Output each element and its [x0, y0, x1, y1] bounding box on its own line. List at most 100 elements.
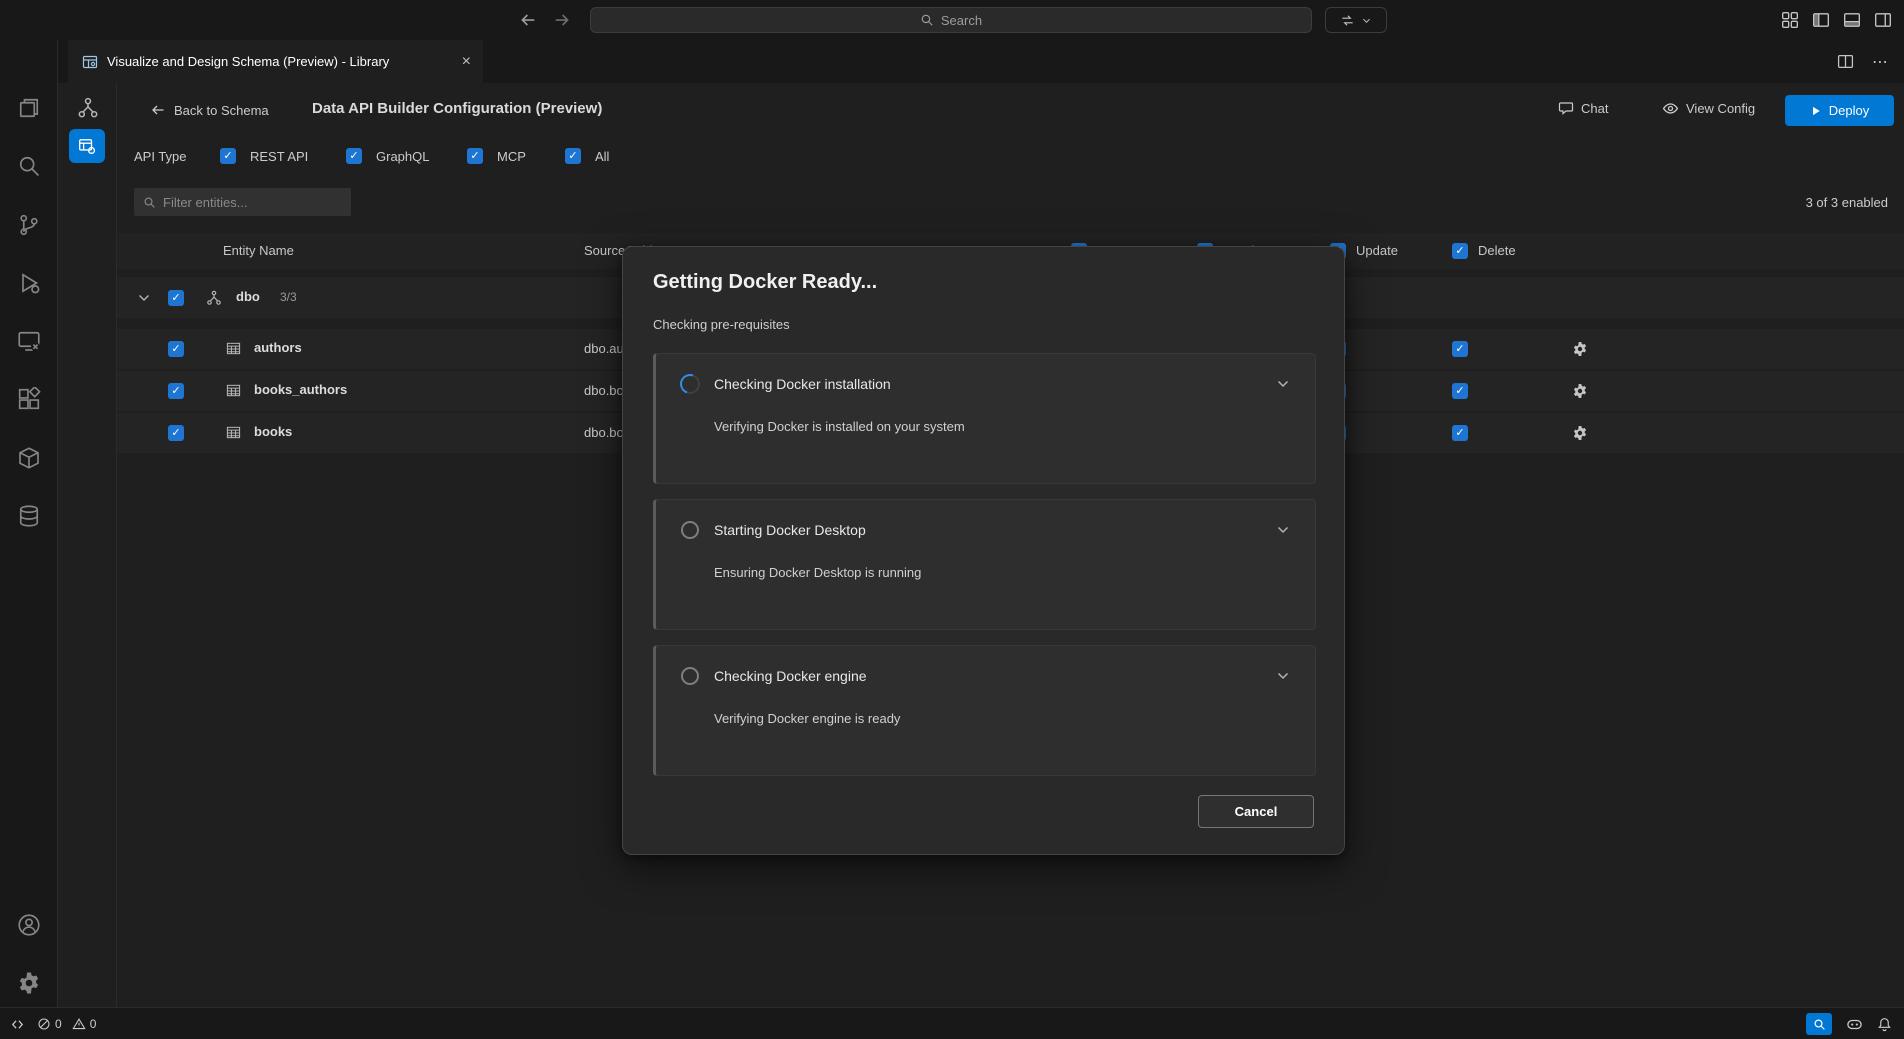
table-icon	[226, 383, 242, 399]
step-docker-engine: Checking Docker engine Verifying Docker …	[653, 645, 1316, 776]
chevron-down-icon[interactable]	[1275, 522, 1291, 538]
tab-close-icon[interactable]: ×	[462, 54, 471, 70]
graphql-label: GraphQL	[376, 149, 429, 164]
deploy-button[interactable]: Deploy	[1785, 95, 1894, 126]
row-select-checkbox[interactable]	[168, 383, 184, 399]
graphql-checkbox[interactable]	[346, 148, 362, 164]
step-header[interactable]: Starting Docker Desktop	[680, 520, 1291, 540]
cancel-button[interactable]: Cancel	[1198, 795, 1314, 828]
remote-indicator[interactable]	[10, 1017, 25, 1032]
delete-checkbox[interactable]	[1452, 341, 1468, 357]
zoom-status-item[interactable]	[1806, 1013, 1832, 1035]
chevron-down-icon	[1361, 15, 1372, 26]
entity-name: authors	[254, 340, 302, 355]
chat-bubble-icon	[1558, 100, 1574, 116]
account-icon[interactable]	[17, 913, 41, 937]
col-entity-name: Entity Name	[223, 243, 294, 258]
deploy-label: Deploy	[1829, 103, 1869, 118]
customize-layout-icon[interactable]	[1781, 11, 1799, 29]
group-count: 3/3	[280, 290, 297, 304]
tab-visualize-schema[interactable]: Visualize and Design Schema (Preview) - …	[68, 40, 483, 83]
mcp-checkbox[interactable]	[467, 148, 483, 164]
chevron-down-icon[interactable]	[1275, 668, 1291, 684]
search-placeholder: Search	[941, 13, 982, 28]
dab-config-tool-selected[interactable]	[69, 129, 105, 163]
mcp-label: MCP	[497, 149, 526, 164]
pending-circle-icon	[681, 667, 699, 685]
pending-circle-icon	[681, 521, 699, 539]
dialog-subtitle: Checking pre-requisites	[653, 317, 790, 332]
toggle-panel-bottom-icon[interactable]	[1843, 11, 1861, 29]
filter-entities-input[interactable]	[163, 195, 342, 210]
step-header[interactable]: Checking Docker installation	[680, 374, 1291, 394]
vscode-window: Search	[0, 0, 1904, 1039]
back-to-schema-link[interactable]: Back to Schema	[150, 99, 269, 121]
row-settings-gear-icon[interactable]	[1572, 383, 1588, 399]
delete-checkbox[interactable]	[1452, 425, 1468, 441]
arrow-left-icon	[150, 102, 166, 118]
nav-back-icon[interactable]	[518, 10, 538, 30]
col-delete: Delete	[1478, 243, 1516, 258]
all-checkbox[interactable]	[565, 148, 581, 164]
enabled-summary: 3 of 3 enabled	[1806, 195, 1888, 210]
step-docker-installation: Checking Docker installation Verifying D…	[653, 353, 1316, 484]
extensions-icon[interactable]	[17, 387, 41, 411]
nav-forward-icon[interactable]	[552, 10, 572, 30]
copilot-status-icon[interactable]	[1846, 1016, 1863, 1033]
search-icon	[143, 196, 156, 209]
entity-name: books	[254, 424, 292, 439]
step-header[interactable]: Checking Docker engine	[680, 666, 1291, 686]
chevron-down-icon[interactable]	[1275, 376, 1291, 392]
settings-gear-icon[interactable]	[17, 971, 41, 995]
notifications-bell-icon[interactable]	[1877, 1017, 1892, 1032]
row-select-checkbox[interactable]	[168, 425, 184, 441]
source-control-icon[interactable]	[17, 213, 41, 237]
schema-designer-tab-icon	[82, 54, 98, 70]
run-debug-icon[interactable]	[17, 271, 41, 295]
warning-triangle-icon	[72, 1017, 86, 1031]
group-select-checkbox[interactable]	[168, 290, 184, 306]
split-editor-icon[interactable]	[1837, 53, 1854, 70]
api-type-label: API Type	[134, 149, 187, 164]
eye-icon	[1662, 100, 1679, 117]
view-config-button[interactable]: View Config	[1662, 100, 1755, 117]
toggle-sidebar-left-icon[interactable]	[1812, 11, 1830, 29]
warning-count: 0	[90, 1017, 97, 1031]
search-sidebar-icon[interactable]	[17, 154, 41, 178]
loading-spinner-icon	[677, 371, 704, 398]
dialog-title: Getting Docker Ready...	[653, 271, 877, 294]
activity-bar	[0, 40, 58, 1007]
table-icon	[226, 341, 242, 357]
filter-entities-field[interactable]	[134, 188, 351, 216]
step-docker-desktop: Starting Docker Desktop Ensuring Docker …	[653, 499, 1316, 630]
rest-api-checkbox[interactable]	[220, 148, 236, 164]
remote-window-icon[interactable]	[17, 329, 41, 353]
col-update: Update	[1356, 243, 1398, 258]
magnifier-icon	[1813, 1018, 1826, 1031]
containers-icon[interactable]	[17, 446, 41, 470]
row-select-checkbox[interactable]	[168, 341, 184, 357]
row-settings-gear-icon[interactable]	[1572, 425, 1588, 441]
play-icon	[1810, 105, 1822, 117]
view-config-label: View Config	[1686, 101, 1755, 116]
command-center-search[interactable]: Search	[590, 7, 1312, 33]
problems-indicator[interactable]: 0 0	[37, 1017, 96, 1031]
database-projects-icon[interactable]	[17, 504, 41, 528]
row-settings-gear-icon[interactable]	[1572, 341, 1588, 357]
toggle-sidebar-right-icon[interactable]	[1874, 11, 1892, 29]
delete-checkbox[interactable]	[1452, 383, 1468, 399]
error-circle-slash-icon	[37, 1017, 51, 1031]
step-title: Checking Docker installation	[714, 376, 1275, 392]
search-icon	[920, 13, 934, 27]
chat-label: Chat	[1581, 101, 1608, 116]
docker-ready-dialog: Getting Docker Ready... Checking pre-req…	[622, 246, 1345, 855]
explorer-icon[interactable]	[17, 96, 41, 120]
col-delete-checkbox[interactable]	[1452, 243, 1468, 259]
table-icon	[226, 425, 242, 441]
chevron-down-icon[interactable]	[136, 290, 152, 306]
schema-hierarchy-icon[interactable]	[77, 97, 99, 119]
session-arrows-icon	[1340, 13, 1355, 28]
chat-button[interactable]: Chat	[1558, 100, 1608, 116]
copilot-session-button[interactable]	[1325, 7, 1387, 33]
more-actions-icon[interactable]: ⋯	[1872, 52, 1888, 72]
